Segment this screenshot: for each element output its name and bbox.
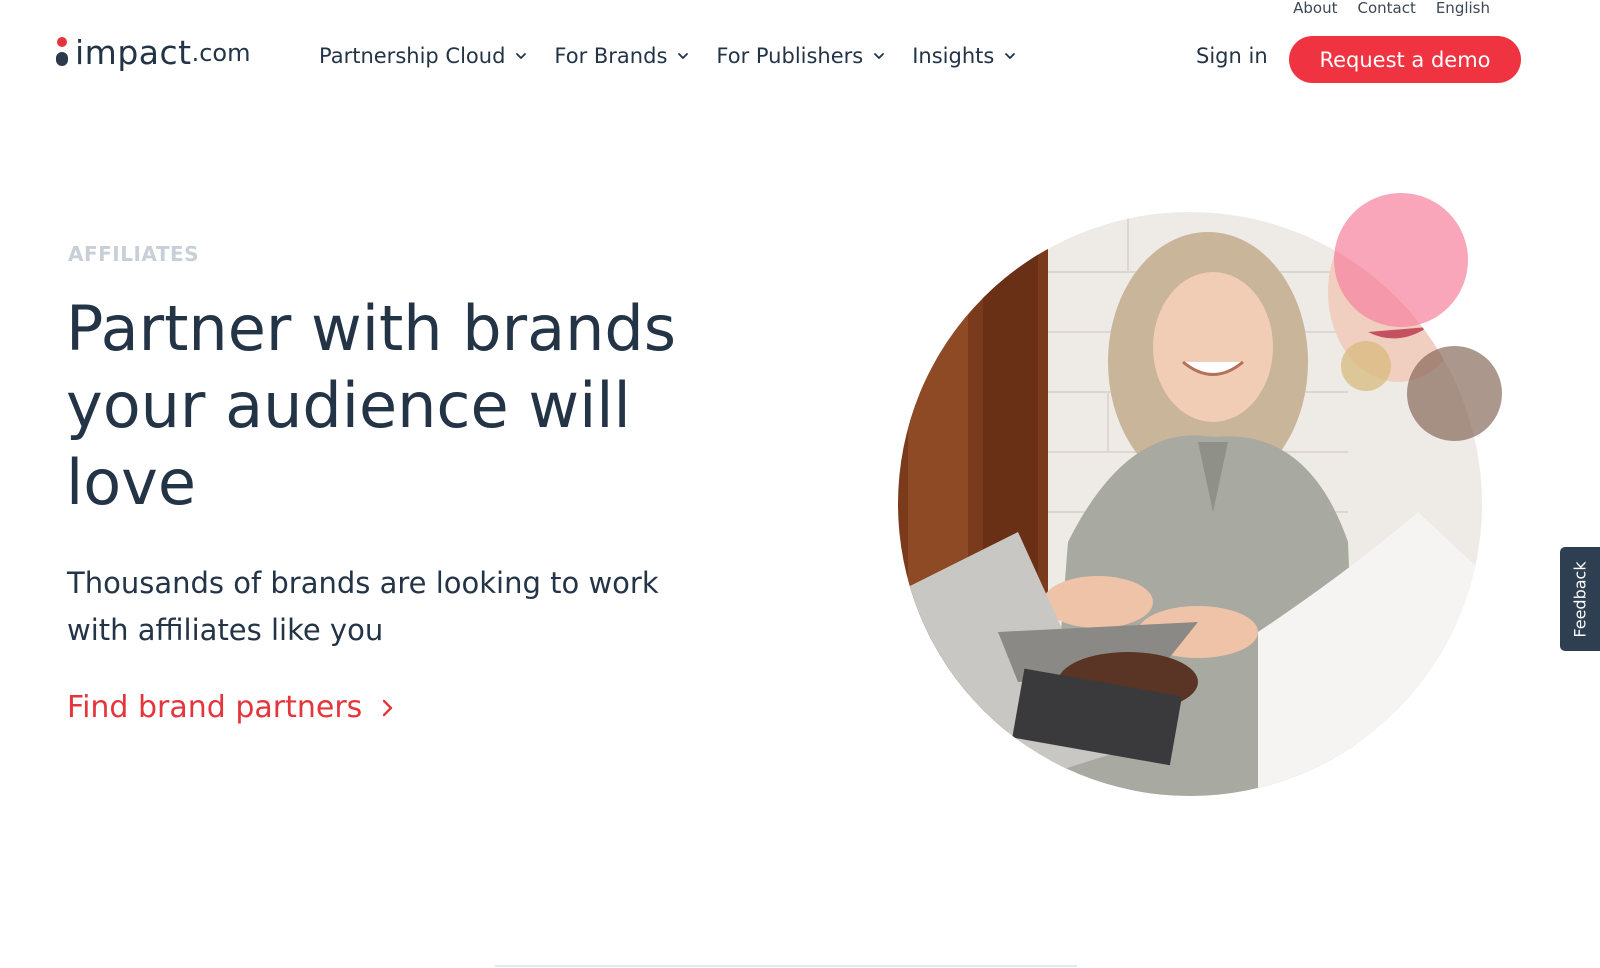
logo-wordmark: impact xyxy=(75,33,192,72)
logo-mark-icon xyxy=(55,35,69,71)
subhead-line: with affiliates like you xyxy=(67,613,384,647)
divider xyxy=(495,965,1077,967)
about-link[interactable]: About xyxy=(1293,0,1337,16)
headline-line: your audience will xyxy=(66,369,631,442)
decorative-circle-brown xyxy=(1407,346,1502,441)
nav-item-label: Partnership Cloud xyxy=(319,44,506,68)
logo-tld: .com xyxy=(191,38,251,67)
logo[interactable]: impact .com xyxy=(55,33,250,72)
hero-subhead: Thousands of brands are looking to work … xyxy=(67,560,717,654)
headline-line: Partner with brands xyxy=(66,292,677,365)
nav-item-for-publishers[interactable]: For Publishers xyxy=(716,44,886,68)
language-selector[interactable]: English xyxy=(1436,0,1490,16)
section-eyebrow: AFFILIATES xyxy=(68,242,200,266)
nav-item-for-brands[interactable]: For Brands xyxy=(554,44,690,68)
chevron-down-icon xyxy=(874,53,885,59)
contact-link[interactable]: Contact xyxy=(1357,0,1415,16)
nav-item-label: Insights xyxy=(912,44,995,68)
feedback-tab[interactable]: Feedback xyxy=(1560,547,1600,651)
chevron-down-icon xyxy=(678,53,689,59)
chevron-down-icon xyxy=(516,53,527,59)
feedback-label: Feedback xyxy=(1570,560,1590,638)
find-brand-partners-link[interactable]: Find brand partners xyxy=(67,690,396,725)
chevron-right-icon xyxy=(383,699,393,716)
nav-item-label: For Brands xyxy=(554,44,668,68)
hero-headline: Partner with brands your audience will l… xyxy=(66,290,766,521)
chevron-down-icon xyxy=(1005,53,1016,59)
nav-item-partnership-cloud[interactable]: Partnership Cloud xyxy=(319,44,528,68)
cta-label: Find brand partners xyxy=(67,690,363,725)
decorative-circle-pink xyxy=(1334,193,1468,327)
nav-item-label: For Publishers xyxy=(716,44,864,68)
decorative-circle-gold xyxy=(1341,341,1391,391)
request-demo-button[interactable]: Request a demo xyxy=(1289,36,1521,83)
sign-in-link[interactable]: Sign in xyxy=(1196,44,1268,68)
utility-nav: About Contact English xyxy=(1293,0,1490,16)
main-nav: Partnership Cloud For Brands For Publish… xyxy=(319,44,1043,68)
headline-line: love xyxy=(66,446,196,519)
nav-item-insights[interactable]: Insights xyxy=(912,44,1017,68)
subhead-line: Thousands of brands are looking to work xyxy=(67,566,659,600)
